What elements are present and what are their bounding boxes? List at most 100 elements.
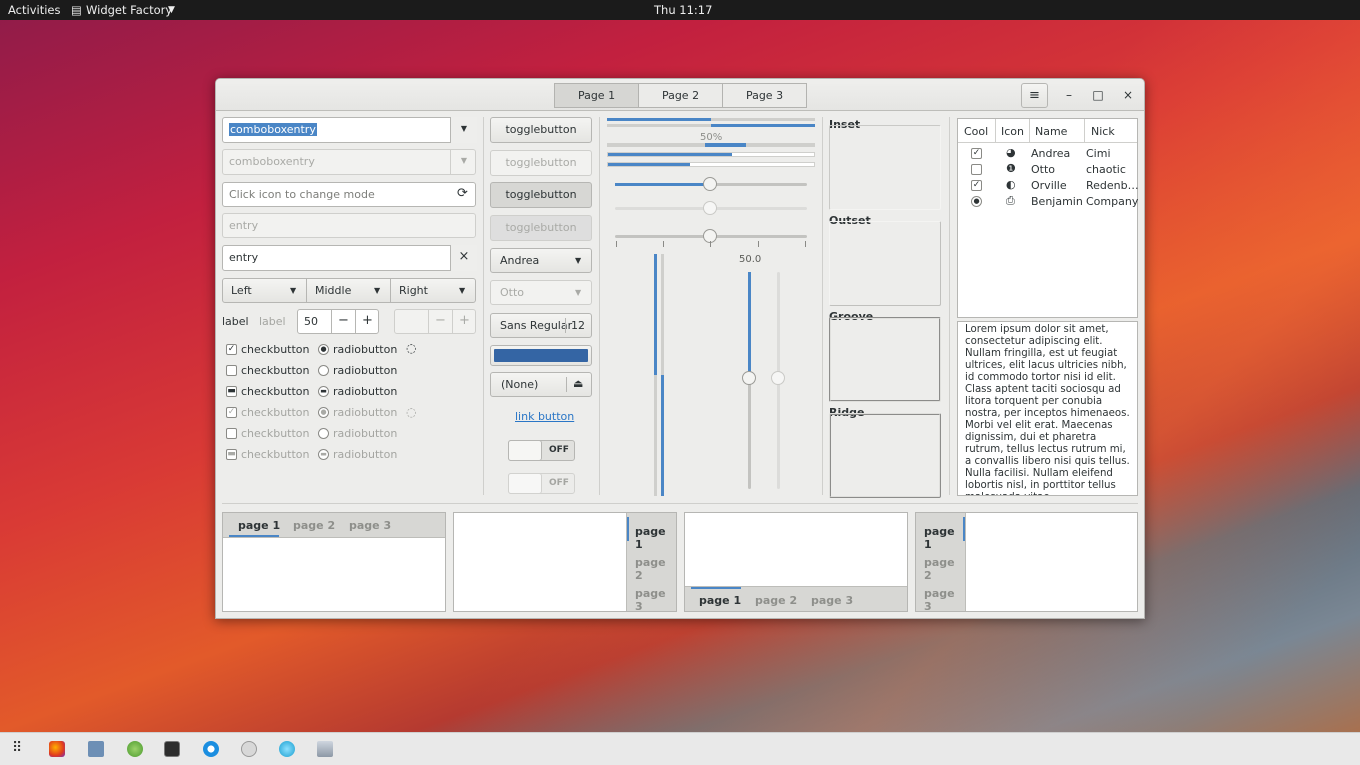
- color-button[interactable]: [490, 345, 592, 366]
- close-button[interactable]: ×: [1115, 83, 1141, 108]
- text-view[interactable]: Lorem ipsum dolor sit amet, consectetur …: [957, 321, 1138, 496]
- checkbox-unchecked-disabled: [226, 428, 237, 439]
- tab-page-1[interactable]: page 1: [924, 525, 965, 551]
- switch-off[interactable]: OFF: [508, 440, 575, 461]
- checkbox-checked[interactable]: ✓: [971, 148, 982, 159]
- scale-value: 50.0: [739, 254, 762, 265]
- table-row[interactable]: ● ⎙ Benjamin Company: [958, 194, 1138, 210]
- column-cool[interactable]: Cool: [964, 125, 988, 138]
- spin-button[interactable]: 50 − +: [297, 309, 379, 334]
- tab-page-2[interactable]: page 2: [293, 519, 335, 532]
- comboboxentry[interactable]: comboboxentry ▼: [222, 117, 477, 143]
- emblem-ok-icon: ◕: [1006, 146, 1016, 159]
- scale-handle[interactable]: [703, 177, 717, 191]
- separator: [222, 503, 1138, 504]
- app-grid-icon[interactable]: ⠿: [12, 740, 22, 756]
- checkbox-unchecked[interactable]: [226, 365, 237, 376]
- clock[interactable]: Thu 11:17: [654, 3, 712, 17]
- table-row[interactable]: ✓ ◐ Orville Redenb…: [958, 178, 1139, 194]
- separator: [599, 117, 600, 495]
- tab-page-3[interactable]: page 3: [635, 587, 676, 613]
- combo-andrea[interactable]: Andrea ▼: [490, 248, 592, 273]
- tab-page-3[interactable]: page 3: [349, 519, 391, 532]
- checkbox-checked-disabled: ✓: [226, 407, 237, 418]
- app-menu-icon[interactable]: ▤: [71, 3, 82, 17]
- entry-field[interactable]: entry ×: [222, 245, 477, 271]
- switch-knob: [508, 473, 542, 494]
- app-menu[interactable]: Widget Factory: [86, 3, 172, 17]
- column-name[interactable]: Name: [1035, 125, 1067, 138]
- minimize-button[interactable]: –: [1056, 83, 1082, 108]
- notebook-top: page 1 page 2 page 3: [222, 512, 446, 612]
- refresh-icon[interactable]: ⟳: [457, 186, 468, 201]
- dialog-warning-icon: ❶: [1006, 162, 1016, 175]
- radio-unselected[interactable]: [318, 365, 329, 376]
- tree-header: Cool Icon Name Nick: [958, 119, 1137, 143]
- radio-selected[interactable]: ●: [318, 344, 329, 355]
- radio-selected[interactable]: ●: [971, 196, 982, 207]
- switch-knob: [508, 440, 542, 461]
- combo-middle[interactable]: Middle ▼: [306, 278, 391, 303]
- notebook-bottom: page 1 page 2 page 3: [684, 512, 908, 612]
- combo-left[interactable]: Left ▼: [222, 278, 307, 303]
- checkbox-unchecked[interactable]: [971, 164, 982, 175]
- chevron-down-icon: ▼: [450, 149, 477, 175]
- radio-inconsistent[interactable]: ▬: [318, 386, 329, 397]
- icon-entry[interactable]: Click icon to change mode ⟳: [222, 182, 476, 207]
- power-icon[interactable]: [203, 741, 219, 757]
- chevron-down-icon: ▼: [168, 5, 175, 15]
- checkbox-inconsistent[interactable]: ▬: [226, 386, 237, 397]
- scale-handle[interactable]: [742, 371, 756, 385]
- activities-button[interactable]: Activities: [8, 3, 60, 17]
- tab-page-2[interactable]: page 2: [924, 556, 965, 582]
- widget-factory-window: Page 1 Page 2 Page 3 ≡ – □ × comboboxent…: [215, 78, 1145, 619]
- spinner-icon: ◌: [406, 405, 417, 419]
- settings-icon[interactable]: [241, 741, 257, 757]
- chevron-down-icon[interactable]: ▼: [450, 117, 477, 143]
- table-row[interactable]: ❶ Otto chaotic: [958, 162, 1137, 178]
- terminal-icon[interactable]: [164, 741, 180, 757]
- togglebutton[interactable]: togglebutton: [490, 117, 592, 143]
- link-button[interactable]: link button: [515, 410, 574, 423]
- stack-switcher-page-1[interactable]: Page 1: [554, 83, 639, 108]
- scale-handle-disabled: [771, 371, 785, 385]
- column-icon[interactable]: Icon: [1001, 125, 1024, 138]
- separator: [483, 117, 484, 495]
- tab-page-1[interactable]: page 1: [635, 525, 676, 551]
- firefox-icon[interactable]: [49, 741, 65, 757]
- checkbox-checked[interactable]: ✓: [971, 180, 982, 191]
- togglebutton-active[interactable]: togglebutton: [490, 182, 592, 208]
- chevron-down-icon: ▼: [575, 288, 582, 297]
- column-nick[interactable]: Nick: [1091, 125, 1115, 138]
- switch-off-disabled: OFF: [508, 473, 575, 494]
- tab-page-2[interactable]: page 2: [755, 594, 797, 607]
- stack-switcher-page-2[interactable]: Page 2: [638, 83, 723, 108]
- increment-button[interactable]: +: [355, 309, 379, 334]
- font-button[interactable]: Sans Regular 12: [490, 313, 592, 338]
- separator: [949, 117, 950, 495]
- document-open-icon: ⏏: [573, 377, 584, 390]
- disk-icon[interactable]: [317, 741, 333, 757]
- progress-bar-vertical: [654, 254, 657, 496]
- file-chooser-button[interactable]: (None) ⏏: [490, 372, 592, 397]
- audio-icon[interactable]: [279, 741, 295, 757]
- tab-page-1[interactable]: page 1: [238, 519, 280, 532]
- tab-page-1[interactable]: page 1: [699, 594, 741, 607]
- maximize-button[interactable]: □: [1085, 83, 1111, 108]
- checkbox-inconsistent-disabled: ▬: [226, 449, 237, 460]
- progress-bar-vertical-inverted: [661, 254, 664, 496]
- checkbox-checked[interactable]: ✓: [226, 344, 237, 355]
- files-icon[interactable]: [88, 741, 104, 757]
- decrement-button[interactable]: −: [331, 309, 355, 334]
- radio-selected-disabled: ●: [318, 407, 329, 418]
- progress-bar-pulse: [607, 143, 815, 147]
- stack-switcher-page-3[interactable]: Page 3: [722, 83, 807, 108]
- clear-icon[interactable]: ×: [450, 245, 477, 271]
- combo-right[interactable]: Right ▼: [390, 278, 476, 303]
- table-row[interactable]: ✓ ◕ Andrea Cimi: [958, 146, 1137, 162]
- tab-page-3[interactable]: page 3: [811, 594, 853, 607]
- hamburger-icon[interactable]: ≡: [1021, 83, 1048, 108]
- tab-page-2[interactable]: page 2: [635, 556, 676, 582]
- globe-icon[interactable]: [127, 741, 143, 757]
- tab-page-3[interactable]: page 3: [924, 587, 965, 613]
